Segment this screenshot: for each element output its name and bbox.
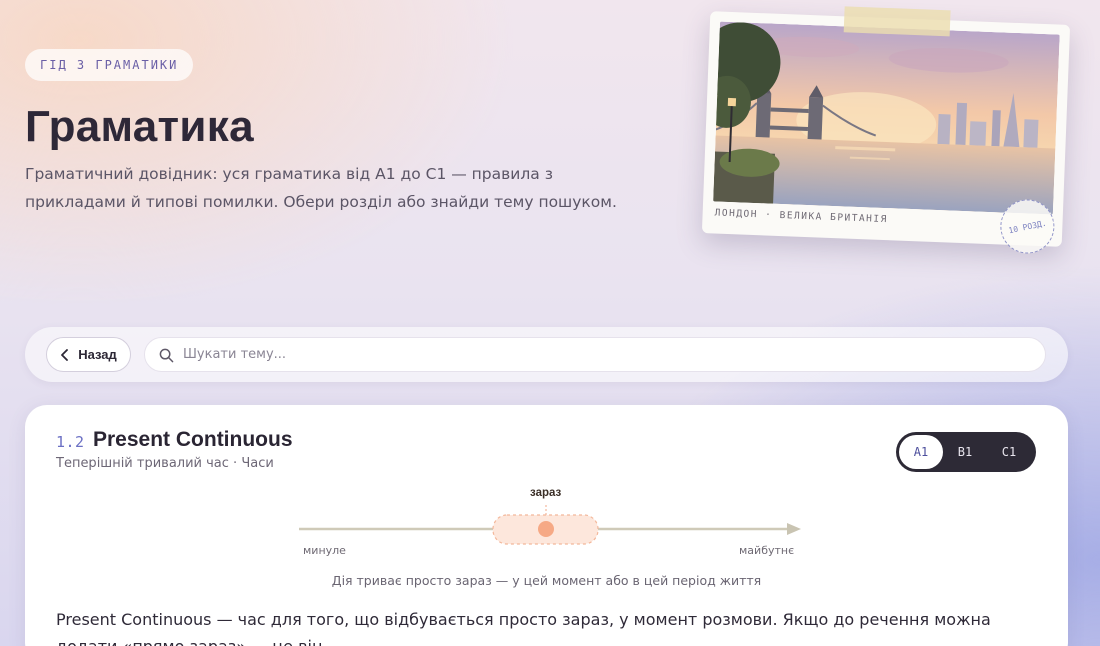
topic-title: Present Continuous xyxy=(93,428,293,451)
search-bar[interactable] xyxy=(144,337,1046,372)
page-subtitle: Граматичний довідник: уся граматика від … xyxy=(25,165,617,211)
topic-subtitle: Теперішній тривалий час · Часи xyxy=(56,456,274,471)
london-postcard: ЛОНДОН · ВЕЛИКА БРИТАНІЯ 10 РОЗД. xyxy=(701,6,1071,259)
section-eyebrow-badge: ГІД З ГРАМАТИКИ xyxy=(25,49,194,81)
now-dot xyxy=(538,521,554,537)
back-button[interactable]: Назад xyxy=(46,337,131,372)
london-photo xyxy=(713,21,1060,215)
timeline-arrowhead xyxy=(787,523,801,535)
search-icon xyxy=(159,348,174,363)
level-switcher: A1 B1 C1 xyxy=(896,432,1036,472)
search-input[interactable] xyxy=(183,347,1023,362)
topic-body-text: Present Continuous — час для того, що ві… xyxy=(56,610,991,646)
timeline-now-label: зараз xyxy=(530,487,562,499)
level-b1-button[interactable]: B1 xyxy=(943,435,987,469)
eyebrow-label: ГІД З ГРАМАТИКИ xyxy=(40,58,179,72)
stamp-text: 10 РОЗД. xyxy=(1007,218,1048,235)
topic-number: 1.2 xyxy=(56,433,85,451)
level-c1-button[interactable]: C1 xyxy=(987,435,1031,469)
toolbar: Назад xyxy=(25,327,1068,382)
page-title: Граматика xyxy=(25,102,254,151)
back-button-label: Назад xyxy=(78,347,117,362)
timeline-past-label: минуле xyxy=(303,544,346,557)
timeline-future-label: майбутнє xyxy=(739,544,795,557)
topic-card: 1.2 Present Continuous Теперішній тривал… xyxy=(25,405,1068,646)
tape-strip xyxy=(843,6,951,37)
level-a1-button[interactable]: A1 xyxy=(899,435,943,469)
chevron-left-icon xyxy=(61,348,69,361)
postcard-caption: ЛОНДОН · ВЕЛИКА БРИТАНІЯ xyxy=(714,207,889,226)
timeline-caption: Дія триває просто зараз — у цей момент а… xyxy=(331,573,762,588)
